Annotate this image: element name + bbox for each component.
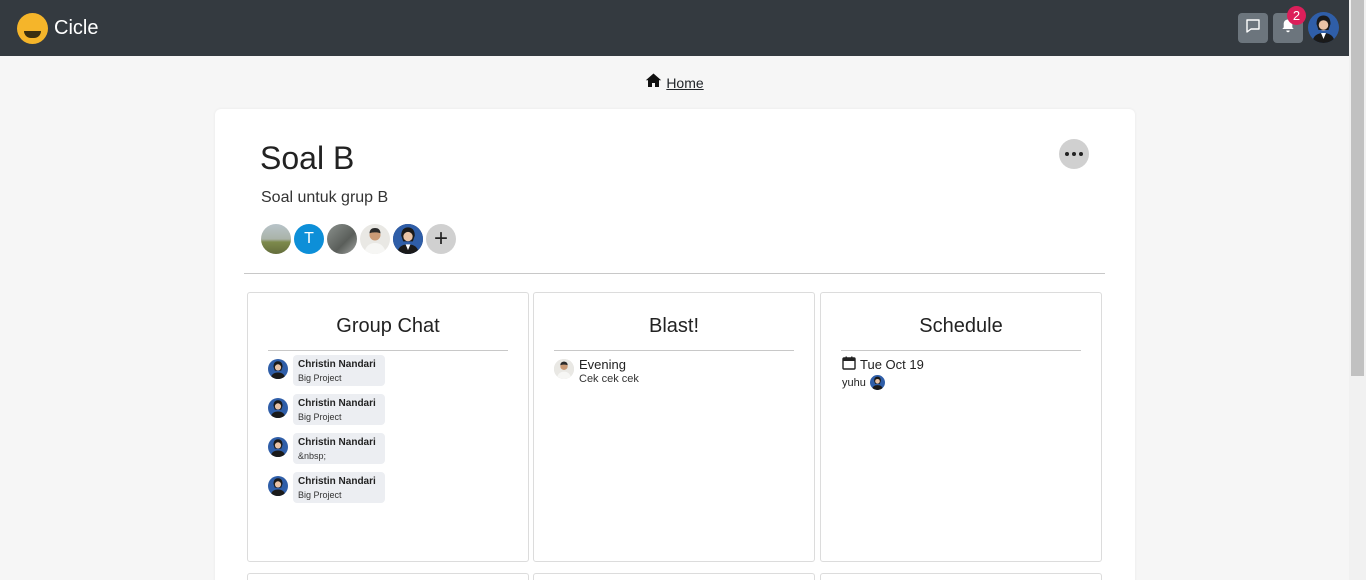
blast-title: Blast! xyxy=(554,315,794,351)
blast-panel[interactable]: Blast! Evening Cek cek cek xyxy=(533,292,815,562)
chat-text: Big Project xyxy=(298,490,342,500)
plus-icon: + xyxy=(433,225,448,252)
project-description: Soal untuk grup B xyxy=(261,189,389,206)
avatar xyxy=(268,359,288,379)
chat-message[interactable]: Christin Nandari Big Project xyxy=(268,355,385,386)
chat-sender: Christin Nandari xyxy=(298,398,376,409)
blast-post[interactable]: Evening Cek cek cek xyxy=(554,357,639,385)
app-name[interactable]: Cicle xyxy=(54,17,98,40)
chat-sender: Christin Nandari xyxy=(298,359,376,370)
cicle-logo-icon[interactable] xyxy=(17,13,48,44)
breadcrumb-home-link[interactable]: Home xyxy=(666,75,703,91)
chat-message[interactable]: Christin Nandari Big Project xyxy=(268,472,385,503)
chat-bubble: Christin Nandari Big Project xyxy=(293,355,385,386)
messages-button[interactable] xyxy=(1238,13,1268,43)
chat-icon xyxy=(1245,18,1261,39)
notification-badge: 2 xyxy=(1287,6,1306,25)
project-menu-button[interactable] xyxy=(1059,139,1089,169)
chat-sender: Christin Nandari xyxy=(298,476,376,487)
more-horizontal-icon xyxy=(1065,152,1069,156)
member-avatar[interactable] xyxy=(327,224,357,254)
schedule-date: Tue Oct 19 xyxy=(860,357,924,372)
section-divider xyxy=(244,273,1105,274)
chat-bubble: Christin Nandari &nbsp; xyxy=(293,433,385,464)
home-icon[interactable] xyxy=(645,73,662,93)
chat-bubble: Christin Nandari Big Project xyxy=(293,394,385,425)
panel-next-row[interactable] xyxy=(533,573,815,580)
schedule-event-title: yuhu xyxy=(842,376,866,389)
chat-message[interactable]: Christin Nandari Big Project xyxy=(268,394,385,425)
panel-next-row[interactable] xyxy=(247,573,529,580)
project-title: Soal B xyxy=(260,140,355,176)
chat-bubble: Christin Nandari Big Project xyxy=(293,472,385,503)
avatar xyxy=(554,359,574,379)
calendar-icon xyxy=(842,356,856,373)
chat-text: Big Project xyxy=(298,373,342,383)
avatar xyxy=(268,437,288,457)
group-chat-panel[interactable]: Group Chat Christin Nandari Big Project … xyxy=(247,292,529,562)
schedule-title: Schedule xyxy=(841,315,1081,351)
schedule-panel[interactable]: Schedule Tue Oct 19 yuhu xyxy=(820,292,1102,562)
top-navbar: Cicle xyxy=(0,0,1349,56)
member-list: T + xyxy=(261,224,456,254)
member-avatar[interactable]: T xyxy=(294,224,324,254)
member-avatar[interactable] xyxy=(360,224,390,254)
avatar xyxy=(268,476,288,496)
schedule-date-row: Tue Oct 19 xyxy=(842,356,924,373)
breadcrumb: Home xyxy=(0,73,1349,93)
schedule-event[interactable]: yuhu xyxy=(842,375,885,390)
panel-next-row[interactable] xyxy=(820,573,1102,580)
scrollbar-thumb[interactable] xyxy=(1351,0,1364,376)
blast-post-title: Evening xyxy=(579,357,626,372)
avatar xyxy=(268,398,288,418)
chat-sender: Christin Nandari xyxy=(298,437,376,448)
blast-post-text: Cek cek cek xyxy=(579,373,639,385)
chat-text: &nbsp; xyxy=(298,451,327,461)
user-avatar[interactable] xyxy=(1308,12,1339,43)
chat-text: Big Project xyxy=(298,412,342,422)
group-chat-title: Group Chat xyxy=(268,315,508,351)
member-avatar[interactable] xyxy=(393,224,423,254)
member-avatar[interactable] xyxy=(261,224,291,254)
avatar xyxy=(869,375,885,390)
chat-message[interactable]: Christin Nandari &nbsp; xyxy=(268,433,385,464)
add-member-button[interactable]: + xyxy=(426,224,456,254)
